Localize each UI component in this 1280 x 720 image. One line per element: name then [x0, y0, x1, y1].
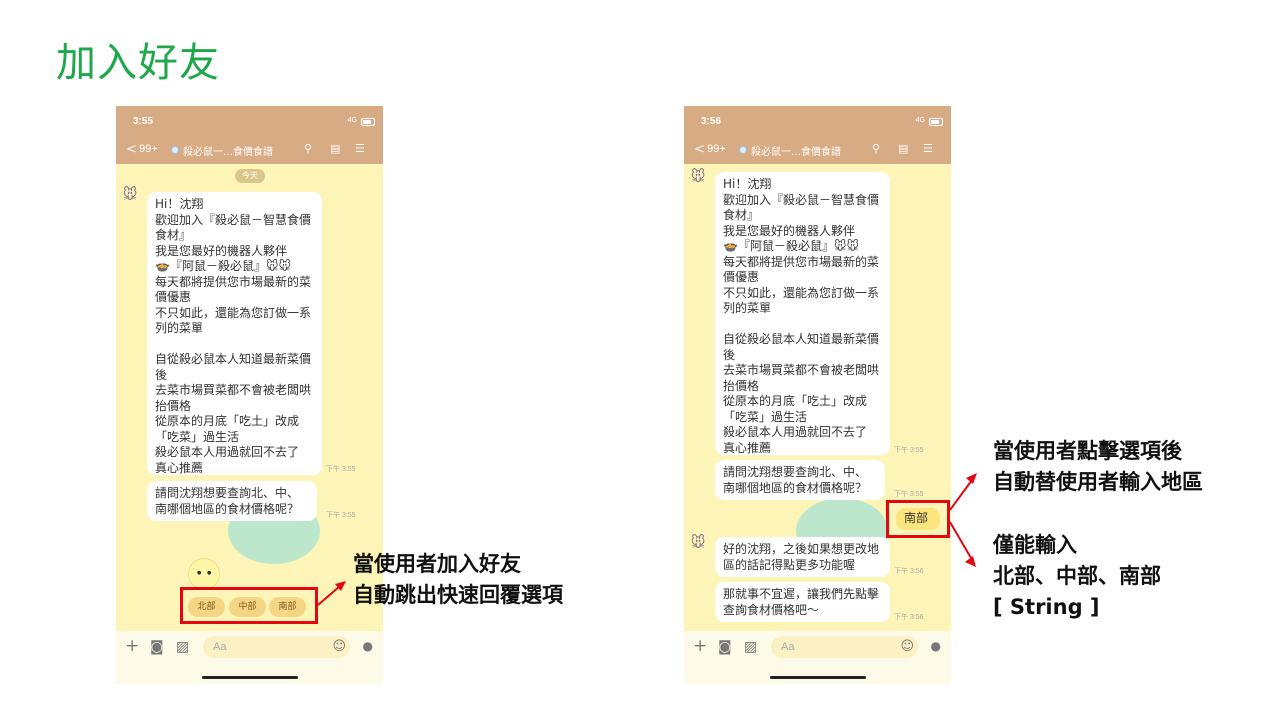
auto-input-annotation: 當使用者點擊選項後 自動替使用者輸入地區 — [993, 439, 1203, 494]
arrowhead — [966, 473, 977, 484]
arrow-line — [949, 521, 972, 559]
arrow-line — [317, 585, 341, 606]
arrow-line — [949, 479, 973, 511]
allowed-input-annotation: 僅能輸入 北部、中部、南部 [ String ] — [993, 533, 1161, 619]
quick-reply-annotation: 當使用者加入好友 自動跳出快速回覆選項 — [353, 552, 563, 607]
